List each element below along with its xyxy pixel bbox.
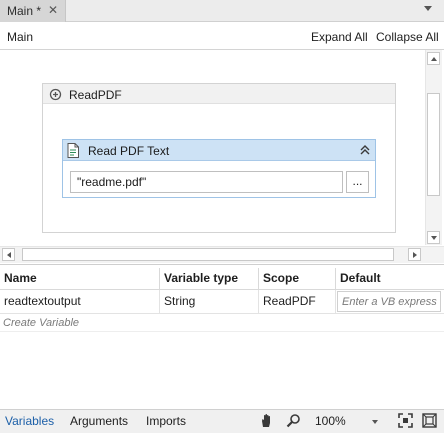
variable-name-cell[interactable]: readtextoutput <box>0 290 160 313</box>
variable-type-cell[interactable]: String <box>160 290 259 313</box>
collapse-activity-icon[interactable] <box>358 143 372 157</box>
pan-hand-icon[interactable] <box>259 413 274 428</box>
vertical-scroll-thumb[interactable] <box>427 93 440 196</box>
scroll-down-button[interactable] <box>427 231 440 244</box>
tab-list-dropdown-icon[interactable] <box>424 6 432 11</box>
scroll-up-button[interactable] <box>427 52 440 65</box>
tab-variables[interactable]: Variables <box>5 414 54 428</box>
row-divider <box>0 331 444 332</box>
scroll-left-button[interactable] <box>2 248 15 261</box>
sequence-icon <box>49 88 62 101</box>
horizontal-scroll-thumb[interactable] <box>22 248 394 261</box>
tab-imports[interactable]: Imports <box>146 414 186 428</box>
document-tab-strip <box>0 0 444 22</box>
breadcrumb[interactable]: Main <box>7 30 33 44</box>
arrow-down-icon <box>431 236 437 240</box>
activity-title: Read PDF Text <box>88 144 170 158</box>
close-tab-icon[interactable]: ✕ <box>48 3 58 17</box>
arrow-up-icon <box>431 57 437 61</box>
fit-to-screen-icon[interactable] <box>398 413 413 428</box>
expand-all-button[interactable]: Expand All <box>311 30 368 44</box>
create-variable-button[interactable]: Create Variable <box>3 317 79 329</box>
arrow-right-icon <box>413 252 417 258</box>
scroll-right-button[interactable] <box>408 248 421 261</box>
column-header-scope[interactable]: Scope <box>259 268 336 290</box>
collapse-all-button[interactable]: Collapse All <box>376 30 439 44</box>
zoom-icon[interactable] <box>286 413 301 428</box>
sequence-title: ReadPDF <box>69 88 122 102</box>
browse-file-button[interactable]: ... <box>346 171 369 193</box>
zoom-level-select[interactable]: 100% <box>315 414 346 428</box>
overview-map-icon[interactable] <box>422 413 437 428</box>
chevron-down-icon[interactable] <box>372 420 378 424</box>
document-icon <box>67 143 79 158</box>
tab-arguments[interactable]: Arguments <box>70 414 128 428</box>
file-path-input[interactable]: "readme.pdf" <box>70 171 343 193</box>
row-divider <box>0 313 444 314</box>
tab-main-label: Main * <box>7 4 42 18</box>
column-header-variable-type[interactable]: Variable type <box>160 268 259 290</box>
variable-scope-cell[interactable]: ReadPDF <box>259 290 336 313</box>
column-header-name[interactable]: Name <box>0 268 160 290</box>
variable-default-input[interactable]: Enter a VB express <box>337 291 441 312</box>
column-header-default[interactable]: Default <box>336 268 444 290</box>
arrow-left-icon <box>7 252 11 258</box>
